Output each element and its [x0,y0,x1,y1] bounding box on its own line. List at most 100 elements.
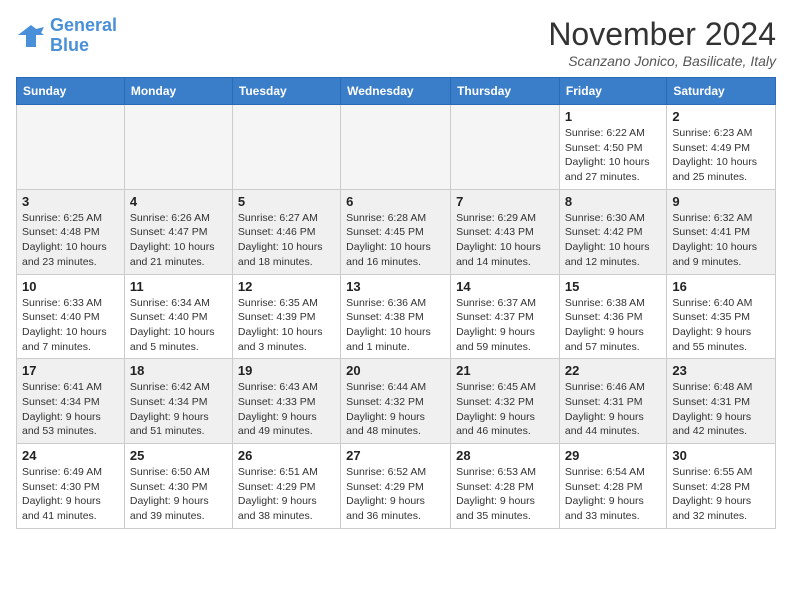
day-info: Sunrise: 6:37 AM Sunset: 4:37 PM Dayligh… [456,296,554,355]
day-number: 14 [456,279,554,294]
day-info: Sunrise: 6:33 AM Sunset: 4:40 PM Dayligh… [22,296,119,355]
page-header: General Blue November 2024 Scanzano Joni… [16,16,776,69]
day-header-friday: Friday [559,78,666,105]
day-number: 13 [346,279,445,294]
day-number: 18 [130,363,227,378]
calendar-week-2: 3Sunrise: 6:25 AM Sunset: 4:48 PM Daylig… [17,189,776,274]
day-header-thursday: Thursday [451,78,560,105]
day-info: Sunrise: 6:49 AM Sunset: 4:30 PM Dayligh… [22,465,119,524]
day-number: 15 [565,279,661,294]
day-number: 11 [130,279,227,294]
day-number: 12 [238,279,335,294]
day-info: Sunrise: 6:30 AM Sunset: 4:42 PM Dayligh… [565,211,661,270]
day-info: Sunrise: 6:23 AM Sunset: 4:49 PM Dayligh… [672,126,770,185]
day-number: 3 [22,194,119,209]
calendar-cell: 4Sunrise: 6:26 AM Sunset: 4:47 PM Daylig… [124,189,232,274]
day-number: 29 [565,448,661,463]
day-number: 5 [238,194,335,209]
day-info: Sunrise: 6:22 AM Sunset: 4:50 PM Dayligh… [565,126,661,185]
day-number: 1 [565,109,661,124]
day-info: Sunrise: 6:43 AM Sunset: 4:33 PM Dayligh… [238,380,335,439]
location: Scanzano Jonico, Basilicate, Italy [548,53,776,69]
calendar-cell: 15 Sunrise: 6:38 AM Sunset: 4:36 PM Dayli… [559,274,666,359]
calendar-cell: 11 Sunrise: 6:34 AM Sunset: 4:40 PM Dayli… [124,274,232,359]
calendar-cell: 18 Sunrise: 6:42 AM Sunset: 4:34 PM Dayli… [124,359,232,444]
day-info: Sunrise: 6:32 AM Sunset: 4:41 PM Dayligh… [672,211,770,270]
calendar-cell [451,105,560,190]
calendar-cell [124,105,232,190]
day-info: Sunrise: 6:48 AM Sunset: 4:31 PM Dayligh… [672,380,770,439]
day-number: 20 [346,363,445,378]
day-number: 8 [565,194,661,209]
calendar-cell [341,105,451,190]
day-header-saturday: Saturday [667,78,776,105]
day-info: Sunrise: 6:42 AM Sunset: 4:34 PM Dayligh… [130,380,227,439]
day-info: Sunrise: 6:50 AM Sunset: 4:30 PM Dayligh… [130,465,227,524]
day-info: Sunrise: 6:38 AM Sunset: 4:36 PM Dayligh… [565,296,661,355]
day-number: 16 [672,279,770,294]
day-number: 17 [22,363,119,378]
calendar-cell: 2 Sunrise: 6:23 AM Sunset: 4:49 PM Daylig… [667,105,776,190]
day-number: 19 [238,363,335,378]
calendar-cell: 21 Sunrise: 6:45 AM Sunset: 4:32 PM Dayli… [451,359,560,444]
calendar-cell: 3Sunrise: 6:25 AM Sunset: 4:48 PM Daylig… [17,189,125,274]
day-number: 22 [565,363,661,378]
calendar-cell: 26 Sunrise: 6:51 AM Sunset: 4:29 PM Dayli… [232,444,340,529]
day-info: Sunrise: 6:44 AM Sunset: 4:32 PM Dayligh… [346,380,445,439]
calendar-header-row: SundayMondayTuesdayWednesdayThursdayFrid… [17,78,776,105]
day-number: 10 [22,279,119,294]
calendar-cell: 27 Sunrise: 6:52 AM Sunset: 4:29 PM Dayli… [341,444,451,529]
calendar-cell: 25 Sunrise: 6:50 AM Sunset: 4:30 PM Dayli… [124,444,232,529]
day-info: Sunrise: 6:52 AM Sunset: 4:29 PM Dayligh… [346,465,445,524]
day-header-wednesday: Wednesday [341,78,451,105]
calendar-cell: 23 Sunrise: 6:48 AM Sunset: 4:31 PM Dayli… [667,359,776,444]
calendar-cell: 10 Sunrise: 6:33 AM Sunset: 4:40 PM Dayli… [17,274,125,359]
logo: General Blue [16,16,117,56]
day-number: 30 [672,448,770,463]
calendar-cell: 16Sunrise: 6:40 AM Sunset: 4:35 PM Dayli… [667,274,776,359]
day-info: Sunrise: 6:51 AM Sunset: 4:29 PM Dayligh… [238,465,335,524]
day-info: Sunrise: 6:28 AM Sunset: 4:45 PM Dayligh… [346,211,445,270]
calendar-cell: 6Sunrise: 6:28 AM Sunset: 4:45 PM Daylig… [341,189,451,274]
calendar-table: SundayMondayTuesdayWednesdayThursdayFrid… [16,77,776,529]
day-number: 9 [672,194,770,209]
day-info: Sunrise: 6:46 AM Sunset: 4:31 PM Dayligh… [565,380,661,439]
day-number: 25 [130,448,227,463]
month-title: November 2024 [548,16,776,53]
calendar-cell: 5 Sunrise: 6:27 AM Sunset: 4:46 PM Daylig… [232,189,340,274]
day-number: 23 [672,363,770,378]
calendar-cell: 28 Sunrise: 6:53 AM Sunset: 4:28 PM Dayli… [451,444,560,529]
calendar-cell: 29Sunrise: 6:54 AM Sunset: 4:28 PM Dayli… [559,444,666,529]
day-info: Sunrise: 6:36 AM Sunset: 4:38 PM Dayligh… [346,296,445,355]
calendar-cell: 9 Sunrise: 6:32 AM Sunset: 4:41 PM Daylig… [667,189,776,274]
logo-text: General Blue [50,16,117,56]
day-header-sunday: Sunday [17,78,125,105]
day-number: 2 [672,109,770,124]
calendar-cell: 19 Sunrise: 6:43 AM Sunset: 4:33 PM Dayli… [232,359,340,444]
day-number: 27 [346,448,445,463]
day-info: Sunrise: 6:34 AM Sunset: 4:40 PM Dayligh… [130,296,227,355]
day-info: Sunrise: 6:41 AM Sunset: 4:34 PM Dayligh… [22,380,119,439]
day-header-monday: Monday [124,78,232,105]
day-number: 21 [456,363,554,378]
day-number: 4 [130,194,227,209]
calendar-cell: 14 Sunrise: 6:37 AM Sunset: 4:37 PM Dayli… [451,274,560,359]
title-block: November 2024 Scanzano Jonico, Basilicat… [548,16,776,69]
calendar-cell: 8 Sunrise: 6:30 AM Sunset: 4:42 PM Daylig… [559,189,666,274]
calendar-cell: 30 Sunrise: 6:55 AM Sunset: 4:28 PM Dayli… [667,444,776,529]
day-info: Sunrise: 6:55 AM Sunset: 4:28 PM Dayligh… [672,465,770,524]
day-info: Sunrise: 6:27 AM Sunset: 4:46 PM Dayligh… [238,211,335,270]
day-info: Sunrise: 6:29 AM Sunset: 4:43 PM Dayligh… [456,211,554,270]
calendar-cell: 1 Sunrise: 6:22 AM Sunset: 4:50 PM Daylig… [559,105,666,190]
day-info: Sunrise: 6:53 AM Sunset: 4:28 PM Dayligh… [456,465,554,524]
calendar-cell [17,105,125,190]
day-number: 28 [456,448,554,463]
day-number: 7 [456,194,554,209]
calendar-week-1: 1 Sunrise: 6:22 AM Sunset: 4:50 PM Daylig… [17,105,776,190]
day-info: Sunrise: 6:45 AM Sunset: 4:32 PM Dayligh… [456,380,554,439]
calendar-cell: 22 Sunrise: 6:46 AM Sunset: 4:31 PM Dayli… [559,359,666,444]
calendar-week-4: 17 Sunrise: 6:41 AM Sunset: 4:34 PM Dayli… [17,359,776,444]
calendar-cell: 7 Sunrise: 6:29 AM Sunset: 4:43 PM Daylig… [451,189,560,274]
calendar-week-5: 24Sunrise: 6:49 AM Sunset: 4:30 PM Dayli… [17,444,776,529]
day-number: 26 [238,448,335,463]
